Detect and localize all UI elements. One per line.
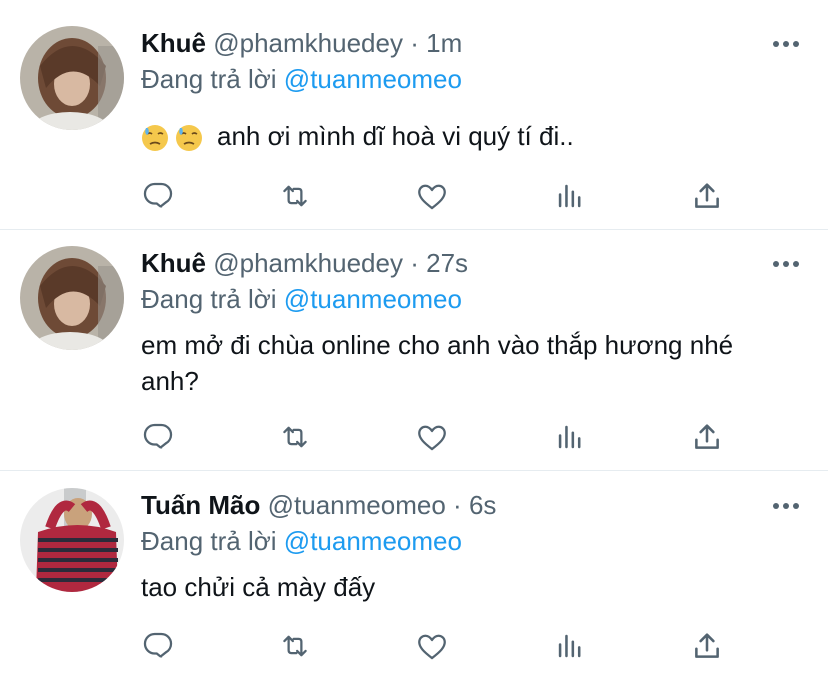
downcast-sweat-face-icon xyxy=(141,124,169,152)
reply-context: Đang trả lời @tuanmeomeo xyxy=(141,284,462,314)
analytics-icon[interactable] xyxy=(550,626,590,666)
tweet-header: Khuê @phamkhuedey · 1m xyxy=(141,28,462,58)
reply-mention-link[interactable]: @tuanmeomeo xyxy=(284,64,462,94)
retweet-icon[interactable] xyxy=(275,417,315,457)
timestamp[interactable]: 27s xyxy=(426,248,468,278)
tweet-3[interactable]: Tuấn Mão @tuanmeomeo · 6s Đang trả lời @… xyxy=(0,471,828,677)
like-icon[interactable] xyxy=(412,417,452,457)
display-name[interactable]: Khuê xyxy=(141,248,206,278)
tweet-2[interactable]: Khuê @phamkhuedey · 27s Đang trả lời @tu… xyxy=(0,230,828,470)
reply-context: Đang trả lời @tuanmeomeo xyxy=(141,64,462,94)
reply-prefix: Đang trả lời xyxy=(141,284,277,314)
reply-mention-link[interactable]: @tuanmeomeo xyxy=(284,526,462,556)
reply-icon[interactable] xyxy=(138,417,178,457)
share-icon[interactable] xyxy=(687,176,727,216)
timestamp[interactable]: 6s xyxy=(469,490,496,520)
avatar[interactable] xyxy=(20,488,124,592)
downcast-sweat-face-icon xyxy=(175,124,203,152)
reply-prefix: Đang trả lời xyxy=(141,526,277,556)
analytics-icon[interactable] xyxy=(550,417,590,457)
display-name[interactable]: Khuê xyxy=(141,28,206,58)
tweet-header: Khuê @phamkhuedey · 27s xyxy=(141,248,468,278)
reply-context: Đang trả lời @tuanmeomeo xyxy=(141,526,462,556)
more-options-icon[interactable] xyxy=(770,34,802,54)
share-icon[interactable] xyxy=(687,417,727,457)
like-icon[interactable] xyxy=(412,626,452,666)
username[interactable]: @tuanmeomeo xyxy=(268,490,446,520)
retweet-icon[interactable] xyxy=(275,626,315,666)
tweet-1[interactable]: Khuê @phamkhuedey · 1m Đang trả lời @tua… xyxy=(0,0,828,229)
tweet-text: tao chửi cả mày đấy xyxy=(141,572,376,602)
separator: · xyxy=(410,28,419,58)
reply-prefix: Đang trả lời xyxy=(141,64,277,94)
reply-mention-link[interactable]: @tuanmeomeo xyxy=(284,284,462,314)
separator: · xyxy=(453,490,462,520)
username[interactable]: @phamkhuedey xyxy=(213,248,403,278)
more-options-icon[interactable] xyxy=(770,254,802,274)
retweet-icon[interactable] xyxy=(275,176,315,216)
tweet-text-content: anh ơi mình dĩ hoà vi quý tí đi.. xyxy=(217,121,574,151)
avatar[interactable] xyxy=(20,26,124,130)
more-options-icon[interactable] xyxy=(770,496,802,516)
display-name[interactable]: Tuấn Mão xyxy=(141,490,260,520)
share-icon[interactable] xyxy=(687,626,727,666)
separator: · xyxy=(410,248,419,278)
analytics-icon[interactable] xyxy=(550,176,590,216)
reply-icon[interactable] xyxy=(138,176,178,216)
tweet-text: em mở đi chùa online cho anh vào thắp hư… xyxy=(141,330,734,396)
tweet-header: Tuấn Mão @tuanmeomeo · 6s xyxy=(141,490,496,520)
username[interactable]: @phamkhuedey xyxy=(213,28,403,58)
like-icon[interactable] xyxy=(412,176,452,216)
reply-icon[interactable] xyxy=(138,626,178,666)
timestamp[interactable]: 1m xyxy=(426,28,462,58)
avatar[interactable] xyxy=(20,246,124,350)
tweet-text: anh ơi mình dĩ hoà vi quý tí đi.. xyxy=(141,118,781,154)
